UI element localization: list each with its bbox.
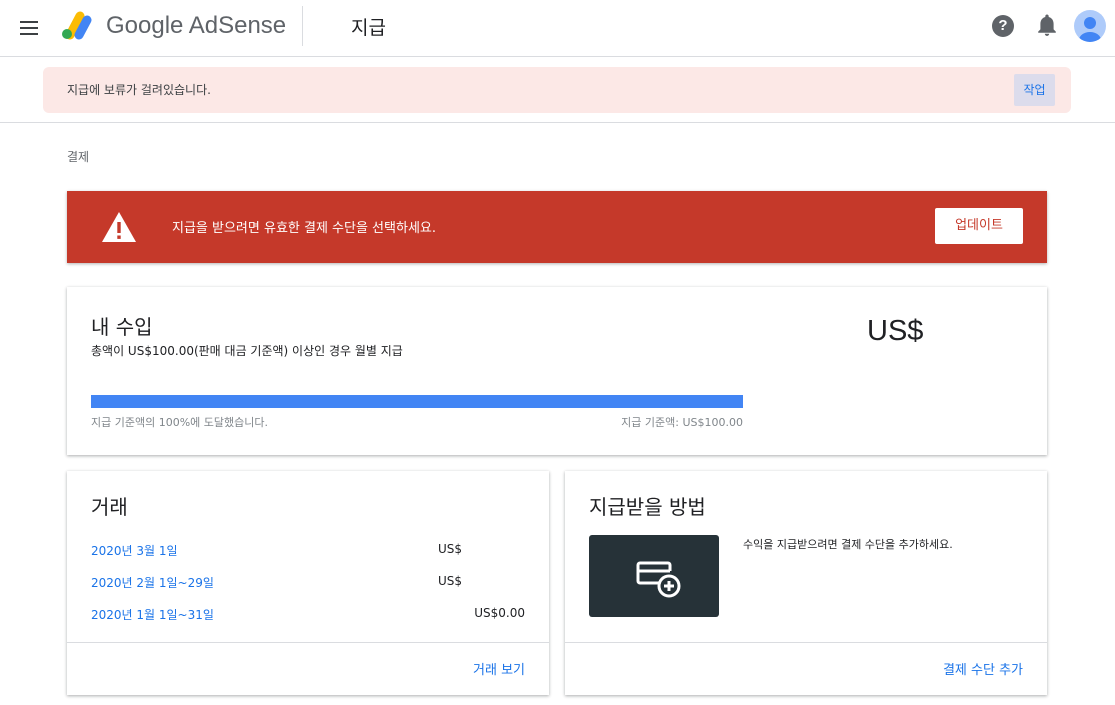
earnings-amount: US$: [867, 315, 924, 347]
adsense-logo[interactable]: [60, 10, 96, 40]
threshold-progress-bar: [91, 395, 743, 408]
header-divider: [302, 6, 303, 46]
transaction-row: 2020년 2월 1일~29일 US$: [91, 574, 525, 594]
earnings-subtitle: 총액이 US$100.00(판매 대금 기준액) 이상인 경우 월별 지급: [91, 344, 403, 358]
add-payment-tile[interactable]: [589, 535, 719, 617]
add-card-icon: [636, 561, 681, 598]
payment-method-description: 수익을 지급받으려면 결제 수단을 추가하세요.: [743, 538, 953, 551]
transaction-amount: US$: [437, 542, 462, 556]
brand-name[interactable]: Google AdSense: [106, 12, 286, 40]
progress-label: 지급 기준액의 100%에 도달했습니다.: [91, 416, 268, 429]
threshold-label: 지급 기준액: US$100.00: [621, 416, 743, 429]
top-app-bar: Google AdSense 지급 ?: [0, 0, 1115, 57]
transaction-amount: US$0.00: [474, 606, 525, 620]
account-avatar[interactable]: [1074, 10, 1106, 42]
section-divider: [0, 122, 1115, 123]
payment-method-alert: 지급을 받으려면 유효한 결제 수단을 선택하세요. 업데이트: [67, 191, 1047, 263]
transaction-date-link[interactable]: 2020년 3월 1일: [91, 542, 178, 559]
card-divider: [565, 642, 1047, 643]
transaction-date-link[interactable]: 2020년 2월 1일~29일: [91, 574, 214, 591]
earnings-card: 내 수입 총액이 US$100.00(판매 대금 기준액) 이상인 경우 월별 …: [67, 287, 1047, 455]
card-divider: [67, 642, 549, 643]
payment-method-card: 지급받을 방법 수익을 지급받으려면 결제 수단을 추가하세요. 결제 수단 추…: [565, 471, 1047, 695]
transaction-amount: US$: [437, 574, 462, 588]
view-transactions-link[interactable]: 거래 보기: [473, 659, 525, 678]
alert-message: 지급을 받으려면 유효한 결제 수단을 선택하세요.: [172, 221, 436, 236]
menu-icon[interactable]: [18, 17, 40, 39]
update-button[interactable]: 업데이트: [935, 208, 1023, 244]
payment-hold-banner: 지급에 보류가 걸려있습니다. 작업: [43, 67, 1071, 113]
warning-icon: [102, 212, 136, 242]
transaction-row: 2020년 1월 1일~31일 US$0.00: [91, 606, 525, 626]
hold-action-button[interactable]: 작업: [1014, 74, 1055, 106]
threshold-progress-fill: [91, 395, 743, 408]
transactions-title: 거래: [91, 495, 128, 519]
breadcrumb[interactable]: 결제: [67, 148, 89, 165]
page-title: 지급: [351, 17, 386, 39]
transactions-card: 거래 2020년 3월 1일 US$ 2020년 2월 1일~29일 US$ 2…: [67, 471, 549, 695]
transaction-row: 2020년 3월 1일 US$: [91, 542, 525, 562]
help-icon[interactable]: ?: [992, 15, 1014, 37]
hold-message: 지급에 보류가 걸려있습니다.: [67, 83, 211, 97]
payment-method-title: 지급받을 방법: [589, 495, 706, 519]
earnings-title: 내 수입: [91, 315, 153, 339]
transaction-date-link[interactable]: 2020년 1월 1일~31일: [91, 606, 214, 623]
add-payment-method-link[interactable]: 결제 수단 추가: [943, 659, 1023, 678]
notifications-bell-icon[interactable]: [1036, 14, 1058, 38]
